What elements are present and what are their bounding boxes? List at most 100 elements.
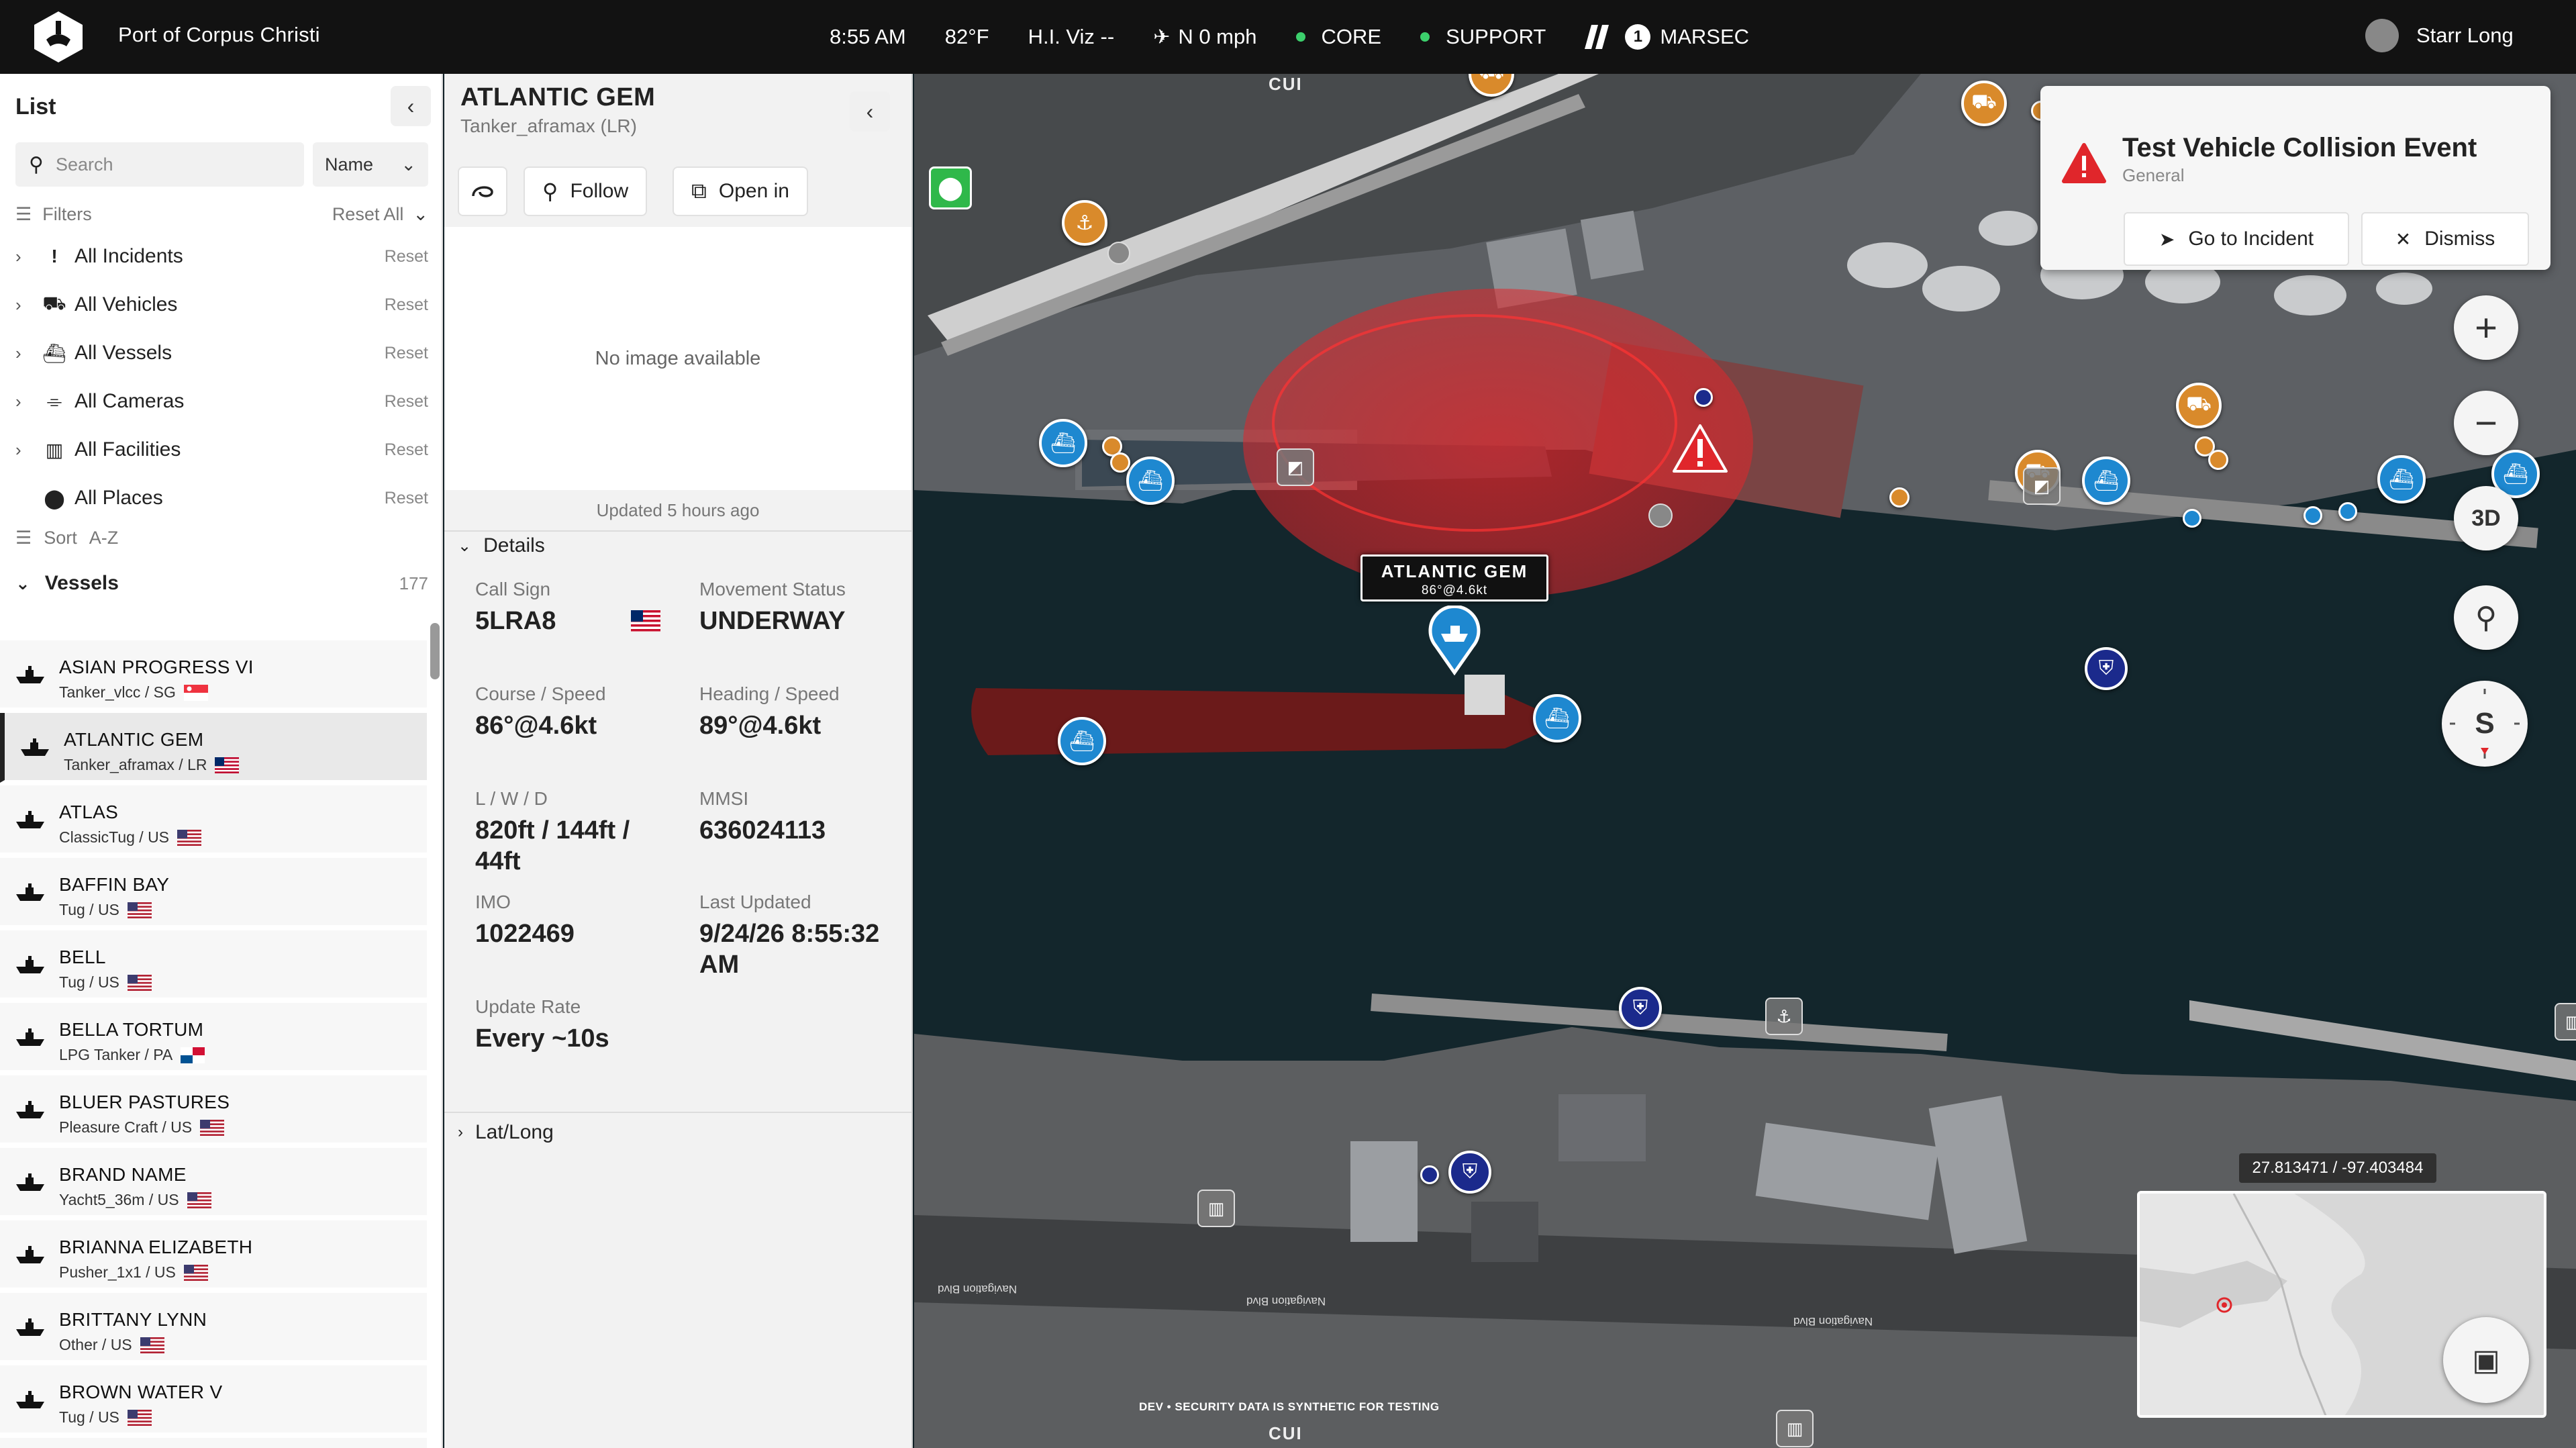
vessel-list-item[interactable]: BELL Tug / US — [0, 930, 427, 1000]
open-in-button[interactable]: ⧉ Open in — [673, 166, 808, 216]
category-all-facilities[interactable]: › ▥ All Facilities Reset — [15, 430, 428, 470]
flag-pa-icon — [181, 1047, 205, 1063]
vessel-list-item[interactable]: BRIANNA ELIZABETH Pusher_1x1 / US — [0, 1220, 427, 1290]
user-menu[interactable]: Starr Long — [2365, 19, 2514, 52]
reset-places-button[interactable]: Reset — [385, 489, 428, 508]
vehicle-marker-small[interactable] — [2208, 450, 2228, 470]
toggle-minimap-button[interactable]: ▣ — [2443, 1317, 2529, 1403]
pin-icon: ⬤ — [937, 175, 964, 201]
vehicle-marker[interactable]: ⛟ — [2176, 383, 2222, 428]
collapse-detail-button[interactable]: ‹ — [850, 91, 890, 132]
toggle-3d-button[interactable]: 3D — [2454, 486, 2518, 550]
vessel-list-item[interactable]: BELLA TORTUM LPG Tanker / PA — [0, 1003, 427, 1073]
marsec-stripes-icon — [1585, 25, 1609, 49]
incident-alert-icon[interactable] — [1671, 423, 1729, 474]
vessel-marker[interactable]: ⛴ — [2377, 455, 2426, 503]
track-history-button[interactable] — [458, 166, 507, 216]
marsec-status[interactable]: 1 MARSEC — [1585, 24, 1749, 50]
vessel-list-item[interactable]: ATLAS ClassicTug / US — [0, 785, 427, 855]
reset-all-button[interactable]: Reset All ⌄ — [332, 204, 428, 225]
vessel-marker[interactable]: ⛴ — [1126, 456, 1175, 505]
vessel-list-item[interactable]: BLUER PASTURES Pleasure Craft / US — [0, 1075, 427, 1145]
dismiss-button[interactable]: ✕ Dismiss — [2361, 212, 2529, 266]
chevron-right-icon: › — [458, 1123, 463, 1141]
place-marker-small[interactable] — [1648, 503, 1673, 528]
vessel-marker-small[interactable] — [2303, 506, 2322, 525]
vehicle-marker-small[interactable] — [1889, 487, 1910, 508]
reset-cameras-button[interactable]: Reset — [385, 392, 428, 412]
vehicle-marker[interactable]: ⚓ — [1062, 200, 1107, 246]
security-marker[interactable]: ⛨ — [1448, 1151, 1491, 1194]
compass-button[interactable]: S — [2442, 681, 2528, 767]
flag-us-icon — [200, 1119, 225, 1136]
facility-marker[interactable]: ⚓ — [1765, 998, 1803, 1035]
place-marker-small[interactable] — [1107, 242, 1130, 264]
vessel-list-item[interactable]: ASIAN PROGRESS VI Tanker_vlcc / SG — [0, 640, 427, 710]
vessels-group-header[interactable]: ⌄ Vessels 177 — [15, 567, 428, 600]
facility-marker[interactable]: ▥ — [1776, 1410, 1814, 1447]
security-marker[interactable]: ⛨ — [1619, 987, 1662, 1030]
shield-icon: ⛨ — [1462, 1161, 1478, 1183]
vessel-list-item[interactable]: BROWN WATER V Tug / US — [0, 1365, 427, 1435]
selected-vessel-marker[interactable] — [1426, 606, 1483, 675]
vessel-marker[interactable]: ⛴ — [1533, 694, 1581, 742]
latlong-section-toggle[interactable]: › Lat/Long — [458, 1121, 554, 1144]
details-section-toggle[interactable]: ⌄ Details — [458, 534, 545, 557]
list-scrollbar[interactable] — [430, 623, 440, 679]
sort-order-toggle[interactable]: ☰ Sort A-Z — [15, 528, 118, 548]
reset-incidents-button[interactable]: Reset — [385, 247, 428, 267]
map-view[interactable]: Navigation Blvd Navigation Blvd Navigati… — [914, 74, 2576, 1448]
reset-vessels-button[interactable]: Reset — [385, 344, 428, 363]
cui-marking: CUI — [1269, 1423, 1303, 1443]
external-link-icon: ⧉ — [691, 179, 707, 203]
vessel-marker[interactable]: ⛴ — [1058, 717, 1106, 765]
vessel-marker-small[interactable] — [2338, 502, 2357, 521]
vessel-list-item[interactable]: ATLANTIC GEM Tanker_aframax / LR — [0, 713, 427, 783]
vessel-list-item[interactable]: BRITTANY LYNN Other / US — [0, 1293, 427, 1363]
follow-button[interactable]: ⚲ Follow — [524, 166, 648, 216]
ship-icon: ⛴ — [2388, 468, 2415, 491]
category-all-vessels[interactable]: › ⛴ All Vessels Reset — [15, 333, 428, 373]
reset-facilities-button[interactable]: Reset — [385, 440, 428, 460]
facility-marker[interactable]: ◩ — [1277, 448, 1314, 486]
support-status[interactable]: SUPPORT — [1420, 25, 1546, 49]
search-input[interactable]: ⚲ Search — [15, 142, 304, 187]
port-logo-icon[interactable] — [30, 9, 87, 65]
zoom-out-button[interactable]: − — [2454, 391, 2518, 455]
vehicle-marker-small[interactable] — [1110, 452, 1130, 473]
vehicle-marker[interactable]: ⛟ — [1961, 81, 2007, 126]
vessel-type-flag: Tug / US — [59, 973, 152, 992]
ship-icon — [16, 1173, 44, 1191]
vessel-list-item[interactable]: BAFFIN BAY Tug / US — [0, 858, 427, 928]
go-to-incident-button[interactable]: ➤ Go to Incident — [2124, 212, 2349, 266]
vessel-marker[interactable]: ⛴ — [1039, 419, 1087, 467]
vessel-name: BAFFIN BAY — [59, 874, 170, 895]
vessel-list-item[interactable]: BRAND NAME Yacht5_36m / US — [0, 1148, 427, 1218]
navigate-arrow-icon: ➤ — [2159, 228, 2175, 250]
security-marker[interactable]: ⛨ — [2085, 647, 2128, 690]
collapse-list-button[interactable]: ‹ — [391, 86, 431, 126]
geofence-marker[interactable]: ⬤ — [929, 166, 972, 209]
zoom-in-button[interactable]: + — [2454, 295, 2518, 360]
divider — [444, 1112, 911, 1113]
sort-icon: ☰ — [15, 528, 32, 548]
selected-vessel-label[interactable]: ATLANTIC GEM 86°@4.6kt — [1360, 554, 1548, 601]
vessel-list-item[interactable]: BROWN WATER VI — [0, 1438, 427, 1448]
facility-marker[interactable]: ▥ — [1197, 1190, 1235, 1227]
category-all-places[interactable]: ⬤ All Places Reset — [15, 478, 428, 518]
facility-marker[interactable]: ▥ — [2555, 1003, 2576, 1041]
minus-icon: − — [2475, 401, 2497, 445]
map-search-button[interactable]: ⚲ — [2454, 585, 2518, 650]
category-all-incidents[interactable]: › ! All Incidents Reset — [15, 236, 428, 277]
category-all-vehicles[interactable]: › ⛟ All Vehicles Reset — [15, 285, 428, 325]
vessel-marker[interactable]: ⛴ — [2082, 456, 2130, 505]
facility-marker[interactable]: ◩ — [2023, 467, 2061, 505]
security-marker-small[interactable] — [1694, 388, 1713, 407]
crane-icon: ⚓ — [1075, 211, 1094, 234]
reset-vehicles-button[interactable]: Reset — [385, 295, 428, 315]
security-marker-small[interactable] — [1420, 1165, 1439, 1184]
sort-field-select[interactable]: Name ⌄ — [313, 142, 428, 187]
core-status[interactable]: CORE — [1295, 25, 1381, 49]
vessel-marker-small[interactable] — [2183, 509, 2201, 528]
category-all-cameras[interactable]: › ⌯ All Cameras Reset — [15, 381, 428, 422]
